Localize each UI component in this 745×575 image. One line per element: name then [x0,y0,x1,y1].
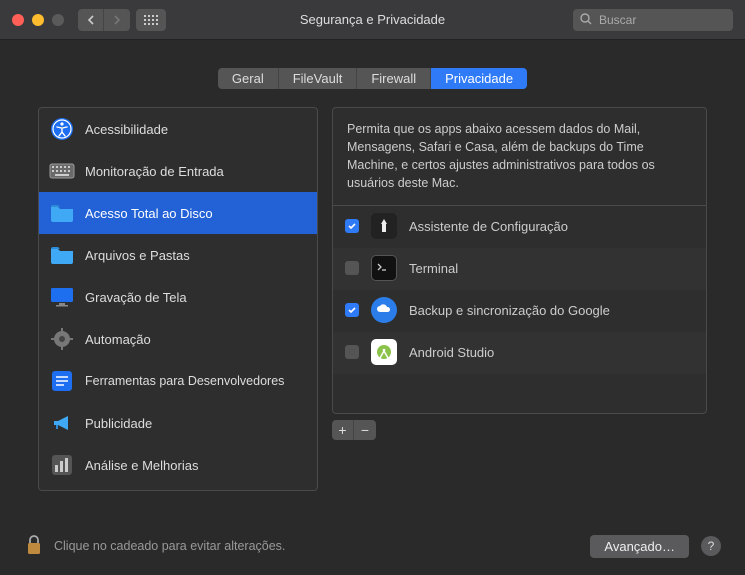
app-list[interactable]: Assistente de Configuração Terminal Back… [332,206,707,374]
android-studio-icon [371,339,397,365]
app-row[interactable]: Terminal [333,248,706,290]
setup-assistant-icon [371,213,397,239]
app-label: Backup e sincronização do Google [409,303,610,318]
app-label: Assistente de Configuração [409,219,568,234]
sidebar-item-full-disk-access[interactable]: Acesso Total ao Disco [39,192,317,234]
sidebar-item-automation[interactable]: Automação [39,318,317,360]
terminal-icon [371,255,397,281]
tab-firewall[interactable]: Firewall [357,68,431,89]
gear-icon [49,326,75,352]
google-backup-icon [371,297,397,323]
add-button[interactable]: + [332,420,354,440]
main-panel: Permita que os apps abaixo acessem dados… [332,107,707,491]
sidebar-item-input-monitoring[interactable]: Monitoração de Entrada [39,150,317,192]
sidebar-item-label: Arquivos e Pastas [85,248,190,263]
checkbox[interactable] [345,303,359,317]
keyboard-icon [49,158,75,184]
chart-icon [49,452,75,478]
show-all-prefs-button[interactable] [136,9,166,31]
sidebar-item-label: Monitoração de Entrada [85,164,224,179]
search-input[interactable] [573,9,733,31]
display-icon [49,284,75,310]
sidebar-item-label: Acessibilidade [85,122,168,137]
remove-button[interactable]: − [354,420,376,440]
back-button[interactable] [78,9,104,31]
search-icon [579,12,593,29]
sidebar-item-screen-recording[interactable]: Gravação de Tela [39,276,317,318]
sidebar-item-advertising[interactable]: Publicidade [39,402,317,444]
tabs: Geral FileVault Firewall Privacidade [20,68,725,89]
checkbox[interactable] [345,345,359,359]
app-label: Terminal [409,261,458,276]
accessibility-icon [49,116,75,142]
sidebar-item-developer-tools[interactable]: Ferramentas para Desenvolvedores [39,360,317,402]
nav-buttons [78,9,130,31]
app-row[interactable]: Android Studio [333,332,706,374]
window-controls [12,14,64,26]
sidebar-item-label: Publicidade [85,416,152,431]
tab-privacidade[interactable]: Privacidade [431,68,527,89]
privacy-sidebar[interactable]: Acessibilidade Monitoração de Entrada Ac… [38,107,318,491]
sidebar-item-label: Análise e Melhorias [85,458,198,473]
app-label: Android Studio [409,345,494,360]
tab-geral[interactable]: Geral [218,68,279,89]
sidebar-item-accessibility[interactable]: Acessibilidade [39,108,317,150]
sidebar-item-label: Acesso Total ao Disco [85,206,213,221]
checkbox[interactable] [345,219,359,233]
help-button[interactable]: ? [701,536,721,556]
lock-icon[interactable] [24,533,44,560]
app-row[interactable]: Assistente de Configuração [333,206,706,248]
footer: Clique no cadeado para evitar alterações… [0,517,745,575]
app-row[interactable]: Backup e sincronização do Google [333,290,706,332]
maximize-icon [52,14,64,26]
sidebar-item-label: Automação [85,332,151,347]
megaphone-icon [49,410,75,436]
sidebar-item-label: Ferramentas para Desenvolvedores [85,374,284,388]
checkbox[interactable] [345,261,359,275]
lock-text: Clique no cadeado para evitar alterações… [54,539,285,553]
close-icon[interactable] [12,14,24,26]
tab-filevault[interactable]: FileVault [279,68,358,89]
sidebar-item-label: Gravação de Tela [85,290,187,305]
forward-button[interactable] [104,9,130,31]
info-text: Permita que os apps abaixo acessem dados… [332,107,707,206]
minimize-icon[interactable] [32,14,44,26]
app-list-spacer [332,374,707,414]
sidebar-item-files-folders[interactable]: Arquivos e Pastas [39,234,317,276]
titlebar: Segurança e Privacidade [0,0,745,40]
tools-icon [49,368,75,394]
folder-icon [49,242,75,268]
folder-icon [49,200,75,226]
advanced-button[interactable]: Avançado… [590,535,689,558]
window-title: Segurança e Privacidade [300,12,445,27]
sidebar-item-analytics[interactable]: Análise e Melhorias [39,444,317,486]
